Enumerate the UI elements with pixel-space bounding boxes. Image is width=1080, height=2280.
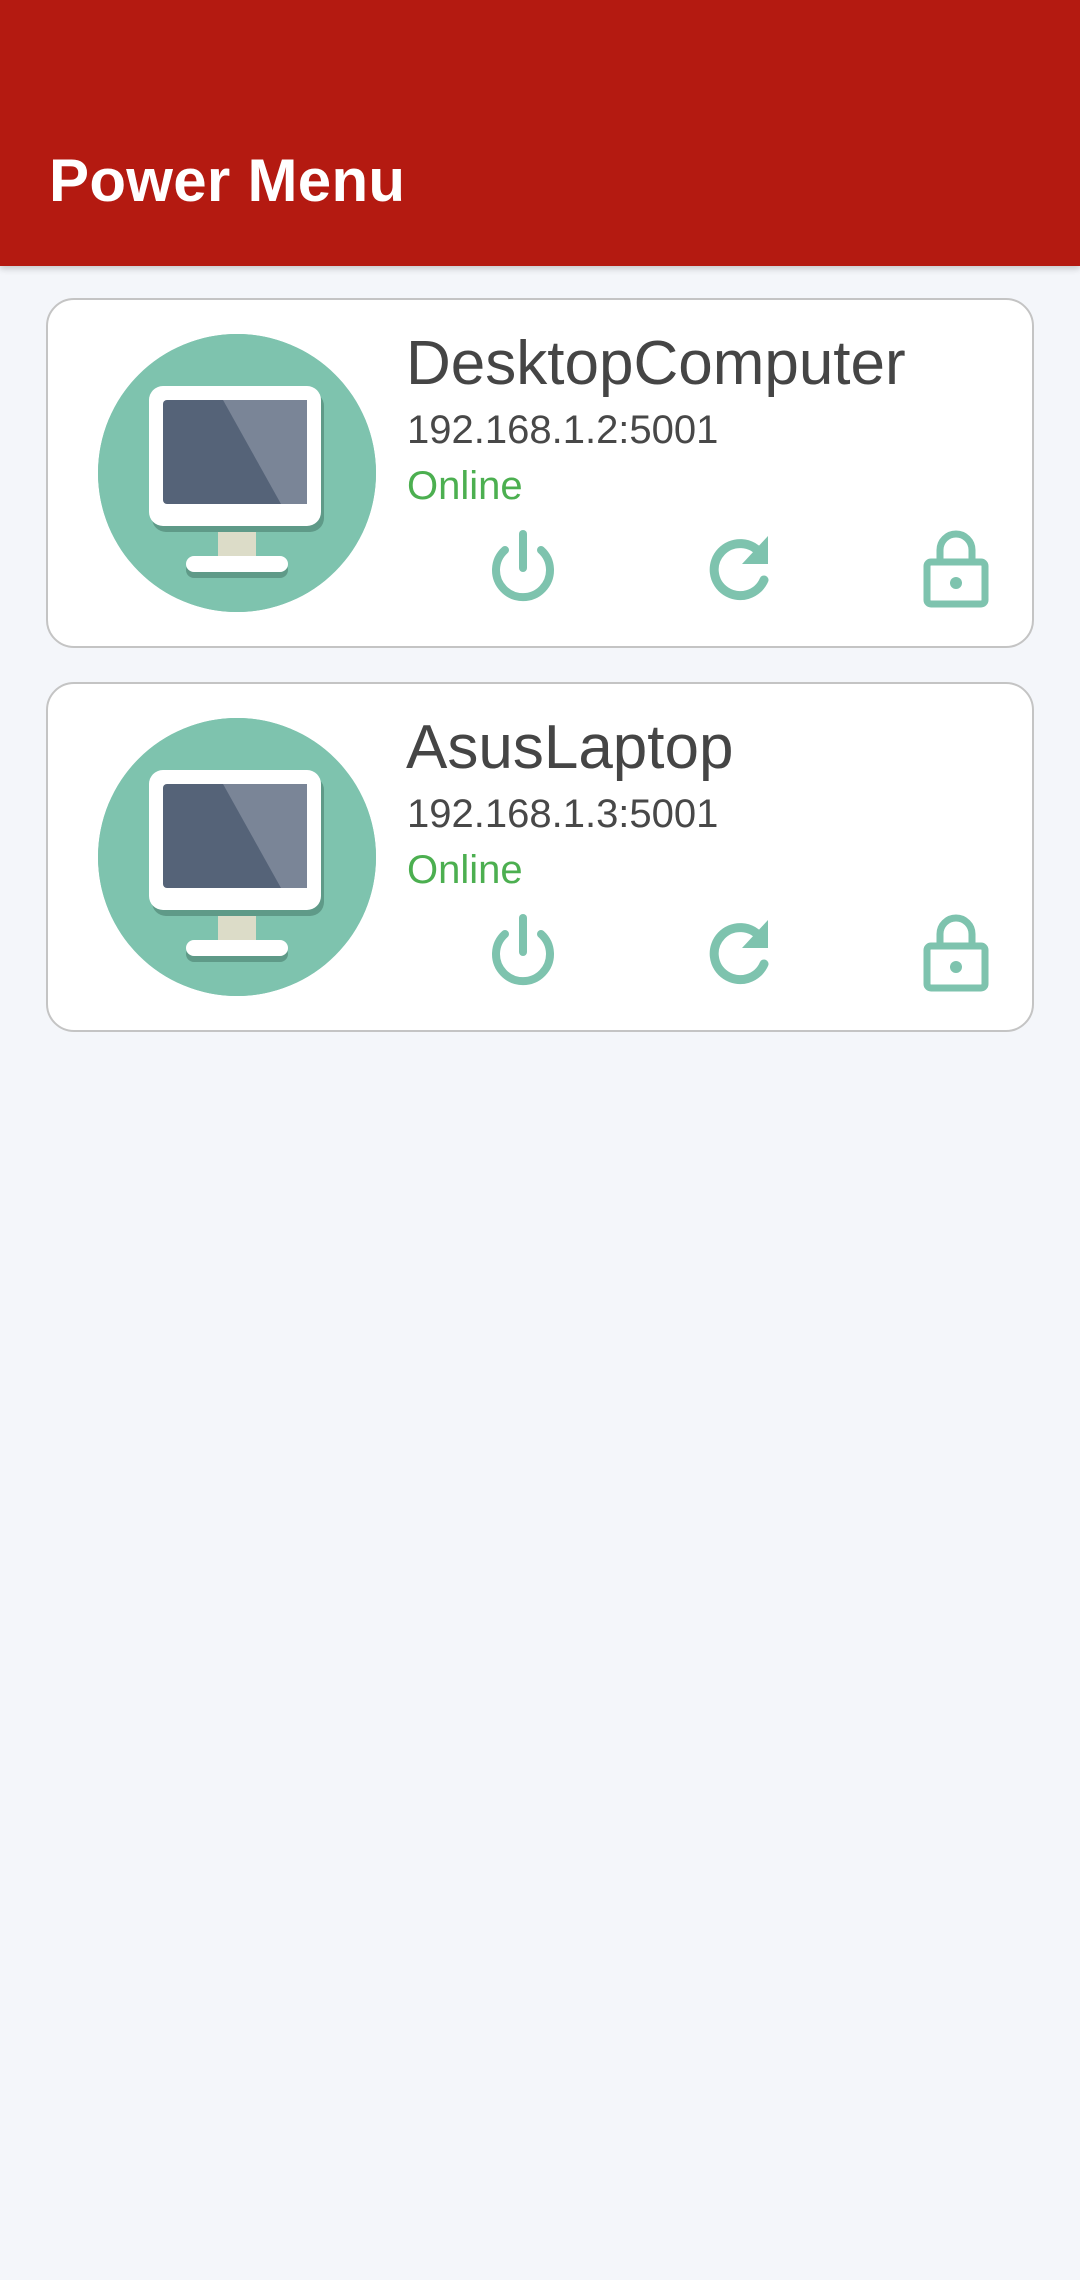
status-text: Online [407, 464, 523, 508]
restart-icon [709, 536, 769, 601]
device-card[interactable]: AsusLaptop 192.168.1.3:5001 Online [46, 682, 1034, 1032]
lock-button[interactable] [910, 522, 1002, 614]
restart-button[interactable] [694, 906, 786, 998]
shutdown-button[interactable] [477, 522, 569, 614]
shutdown-button[interactable] [477, 906, 569, 998]
device-name: DesktopComputer [406, 329, 906, 398]
monitor-icon [98, 718, 376, 996]
lock-icon [923, 530, 989, 608]
device-list: DesktopComputer 192.168.1.2:5001 Online [46, 298, 1034, 1066]
lock-icon [923, 914, 989, 992]
device-address: 192.168.1.3:5001 [407, 792, 719, 836]
restart-button[interactable] [694, 522, 786, 614]
app-bar: Power Menu [0, 0, 1080, 266]
page-title: Power Menu [49, 147, 406, 214]
monitor-icon [98, 334, 376, 612]
device-address: 192.168.1.2:5001 [407, 408, 719, 452]
lock-button[interactable] [910, 906, 1002, 998]
device-name: AsusLaptop [406, 713, 734, 782]
power-icon [492, 914, 554, 986]
restart-icon [709, 920, 769, 985]
power-icon [492, 530, 554, 602]
status-text: Online [407, 848, 523, 892]
device-card[interactable]: DesktopComputer 192.168.1.2:5001 Online [46, 298, 1034, 648]
